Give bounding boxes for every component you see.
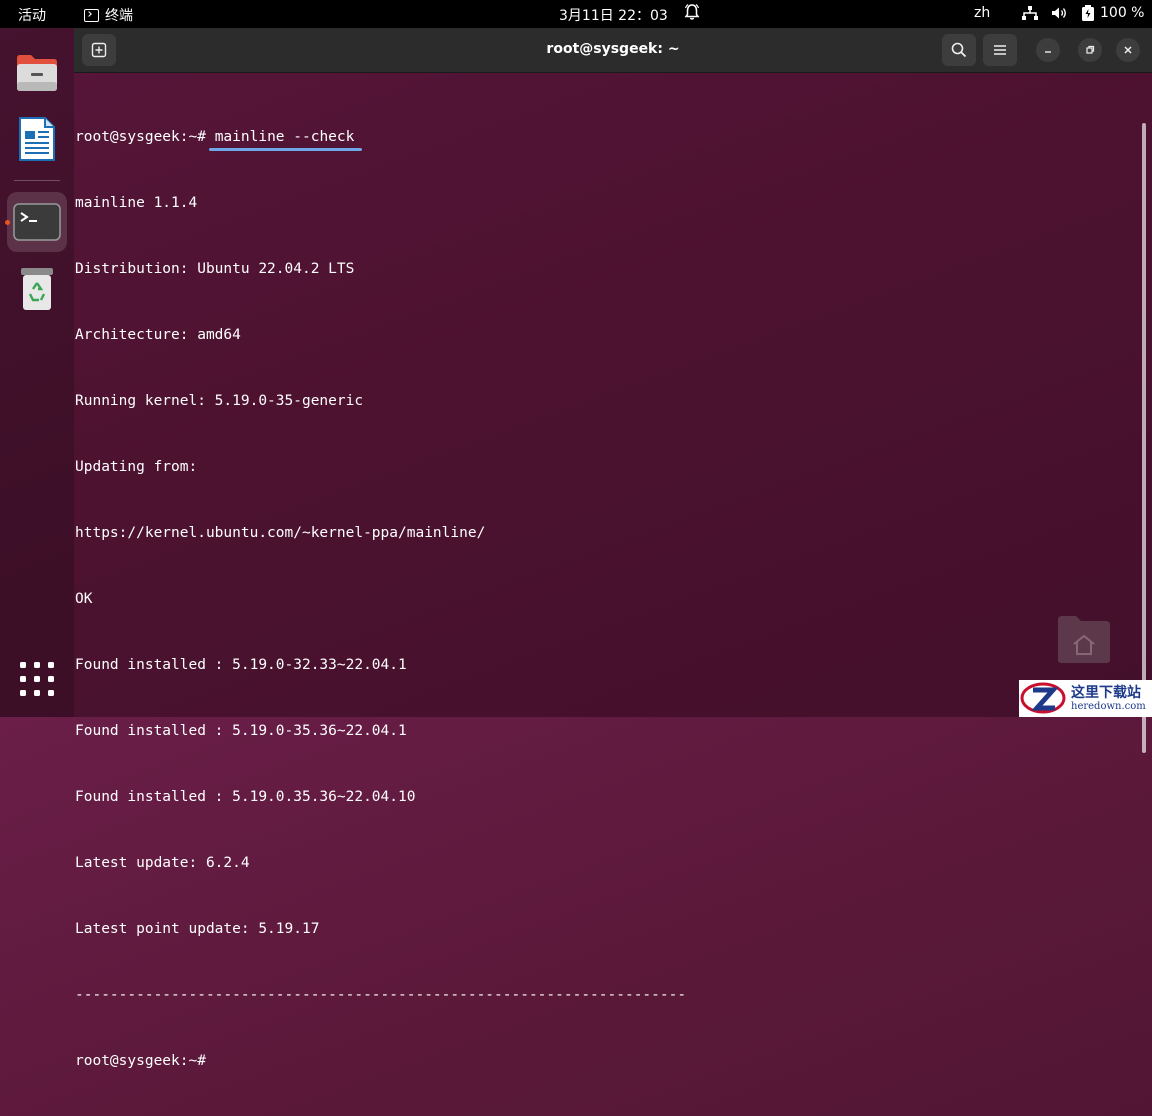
- trash-icon: [21, 268, 53, 310]
- heredown-logo: [1020, 682, 1066, 714]
- writer-icon: [19, 117, 55, 161]
- top-bar: 活动 终端 3月11日 22：03 zh 100 %: [0, 0, 1152, 28]
- input-method-indicator[interactable]: zh: [974, 5, 990, 21]
- bell-icon[interactable]: [684, 3, 700, 21]
- watermark-en: heredown.com: [1071, 700, 1146, 712]
- app-menu[interactable]: 终端: [84, 5, 133, 25]
- app-menu-label: 终端: [105, 8, 133, 24]
- close-icon: [1124, 46, 1132, 54]
- network-wired-icon[interactable]: [1022, 6, 1038, 20]
- terminal-output-area[interactable]: root@sysgeek:~# mainline --check mainlin…: [74, 73, 1152, 1069]
- output-line: Latest point update: 5.19.17: [75, 921, 320, 937]
- hamburger-menu-icon: [994, 45, 1006, 55]
- output-line: Latest update: 6.2.4: [75, 855, 250, 871]
- output-line: OK: [75, 591, 93, 607]
- menu-button[interactable]: [983, 34, 1017, 66]
- search-button[interactable]: [942, 34, 976, 66]
- terminal-small-icon: [84, 8, 99, 22]
- terminal-window: root@sysgeek: ~ root@sysgeek:~# mainline…: [74, 28, 1152, 1069]
- dock-separator: [14, 180, 60, 181]
- command-line: root@sysgeek:~# mainline --check: [75, 126, 686, 151]
- watermark-cn: 这里下载站: [1071, 684, 1141, 701]
- show-apps-grid-icon[interactable]: [20, 662, 54, 696]
- window-headerbar: root@sysgeek: ~: [74, 28, 1152, 73]
- minimize-icon: [1045, 51, 1051, 53]
- command-highlight-underline: [208, 148, 363, 151]
- site-watermark: 这里下载站 heredown.com: [1019, 680, 1152, 717]
- files-icon: [17, 55, 57, 91]
- final-prompt: root@sysgeek:~#: [75, 1053, 206, 1069]
- output-line: Found installed : 5.19.0.35.36~22.04.10: [75, 789, 416, 805]
- output-line: Found installed : 5.19.0-35.36~22.04.1: [75, 723, 407, 739]
- output-line: mainline 1.1.4: [75, 195, 198, 211]
- prompt: root@sysgeek:~#: [75, 129, 206, 145]
- volume-icon[interactable]: [1051, 6, 1068, 20]
- output-line: Found installed : 5.19.0-32.33~22.04.1: [75, 657, 407, 673]
- dock: [0, 28, 74, 717]
- command-text: mainline --check: [208, 126, 363, 151]
- battery-icon[interactable]: [1081, 5, 1095, 21]
- output-line: Running kernel: 5.19.0-35-generic: [75, 393, 364, 409]
- output-line: Architecture: amd64: [75, 327, 241, 343]
- output-line: Distribution: Ubuntu 22.04.2 LTS: [75, 261, 355, 277]
- minimize-button[interactable]: [1036, 38, 1060, 62]
- home-folder-icon[interactable]: [1056, 612, 1112, 664]
- watermark-text: 这里下载站 heredown.com: [1071, 686, 1146, 712]
- search-icon: [951, 42, 967, 58]
- close-button[interactable]: [1116, 38, 1140, 62]
- running-indicator: [5, 220, 10, 225]
- battery-percentage[interactable]: 100 %: [1100, 5, 1144, 21]
- terminal-text: root@sysgeek:~# mainline --check mainlin…: [75, 82, 686, 1116]
- activities-button[interactable]: 活动: [18, 5, 46, 25]
- output-line: https://kernel.ubuntu.com/~kernel-ppa/ma…: [75, 525, 486, 541]
- output-separator: ----------------------------------------…: [75, 987, 687, 1003]
- output-line: Updating from:: [75, 459, 198, 475]
- command-value: mainline --check: [214, 129, 355, 145]
- restore-icon: [1086, 45, 1095, 54]
- clock[interactable]: 3月11日 22：03: [559, 5, 668, 25]
- maximize-button[interactable]: [1078, 38, 1102, 62]
- terminal-scrollbar[interactable]: [1142, 123, 1146, 753]
- terminal-icon: [13, 203, 61, 241]
